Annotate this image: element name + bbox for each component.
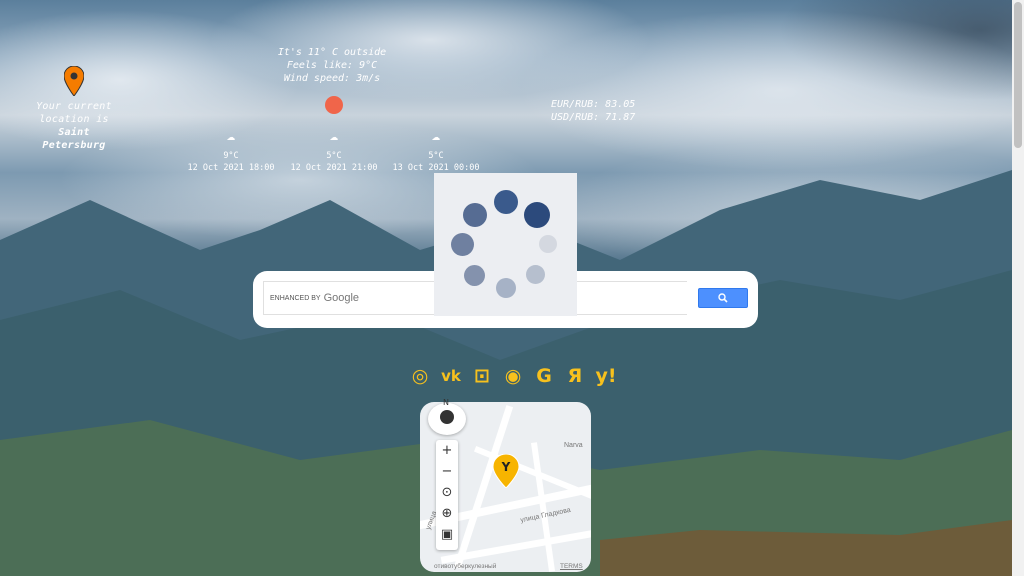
forecast-item: ☁ 5°C 12 Oct 2021 21:00 — [279, 128, 389, 174]
eur-rate: EUR/RUB: 83.05 — [551, 99, 636, 110]
partly-cloudy-icon: ☁ — [329, 128, 339, 144]
spinner-dot — [463, 203, 487, 227]
map-layers-icon[interactable]: ⊕ — [436, 503, 458, 524]
current-weather: It's 11° C outside Feels like: 9°C Wind … — [262, 46, 402, 85]
weather-wind: Wind speed: 3m/s — [283, 73, 381, 84]
forecast-temp: 5°C — [326, 151, 342, 161]
map-controls: + − ⊙ ⊕ ▣ — [436, 440, 458, 550]
geolocation-icon[interactable]: ⊙ — [436, 482, 458, 503]
forecast-temp: 5°C — [428, 151, 444, 161]
compass-north-label: N — [443, 398, 449, 407]
loading-spinner — [434, 173, 577, 316]
weather-feels-like: Feels like: 9°C — [286, 60, 378, 71]
map-terms-link[interactable]: TERMS — [560, 563, 583, 570]
svg-text:Y: Y — [501, 460, 511, 474]
zoom-in-button[interactable]: + — [436, 440, 458, 461]
vk-icon[interactable]: vk — [439, 364, 463, 388]
spinner-dot — [494, 190, 518, 214]
spinner-dot — [524, 202, 550, 228]
yandex-icon[interactable]: Я — [563, 364, 587, 388]
traffic-icon[interactable]: ▣ — [436, 524, 458, 545]
location-city-line2: Petersburg — [42, 140, 106, 151]
enhanced-by-label: ENHANCED BY — [270, 294, 321, 302]
compass-icon — [440, 410, 454, 424]
location-line1: Your current — [36, 101, 112, 112]
spinner-dot — [464, 265, 485, 286]
scrollbar-thumb[interactable] — [1014, 2, 1022, 148]
github-icon[interactable]: ⊡ — [470, 364, 494, 388]
spinner-dot — [539, 235, 557, 253]
location-city-line1: Saint — [58, 127, 90, 138]
spinner-dot — [451, 233, 474, 256]
forecast-time: 12 Oct 2021 18:00 — [187, 163, 275, 173]
social-links: ◎ vk ⊡ ◉ G Я y! — [408, 364, 618, 388]
spinner-dot — [526, 265, 545, 284]
forecast-item: ☁ 9°C 12 Oct 2021 18:00 — [176, 128, 286, 174]
cloud-icon: ☁ — [226, 128, 236, 144]
cloud-icon: ☁ — [431, 128, 441, 144]
map-place-label: отивотуберкулезный — [434, 563, 497, 570]
search-icon — [718, 293, 728, 303]
usd-rate: USD/RUB: 71.87 — [551, 112, 636, 123]
map-road — [530, 442, 556, 572]
page-scrollbar[interactable] — [1012, 0, 1024, 576]
location-pin-icon — [64, 66, 84, 96]
currency-rates: EUR/RUB: 83.05 USD/RUB: 71.87 — [551, 98, 635, 124]
location-widget: Your current location is Saint Petersbur… — [34, 66, 114, 152]
sun-icon — [325, 96, 343, 114]
zoom-out-button[interactable]: − — [436, 461, 458, 482]
forecast-item: ☁ 5°C 13 Oct 2021 00:00 — [381, 128, 491, 174]
google-brand-label: Google — [323, 292, 360, 304]
yandex-marker-icon: Y — [493, 454, 519, 488]
discord-icon[interactable]: ◉ — [501, 364, 525, 388]
map-compass[interactable]: N — [428, 398, 466, 435]
google-icon[interactable]: G — [532, 364, 556, 388]
forecast-time: 12 Oct 2021 21:00 — [290, 163, 378, 173]
yahoo-icon[interactable]: y! — [594, 364, 618, 388]
map-street-label: Narva — [564, 442, 583, 449]
instagram-icon[interactable]: ◎ — [408, 364, 432, 388]
search-button[interactable] — [698, 288, 748, 308]
weather-temperature: It's 11° C outside — [277, 47, 387, 58]
forecast-temp: 9°C — [223, 151, 239, 161]
spinner-dot — [496, 278, 516, 298]
location-line2: location is — [39, 114, 109, 125]
